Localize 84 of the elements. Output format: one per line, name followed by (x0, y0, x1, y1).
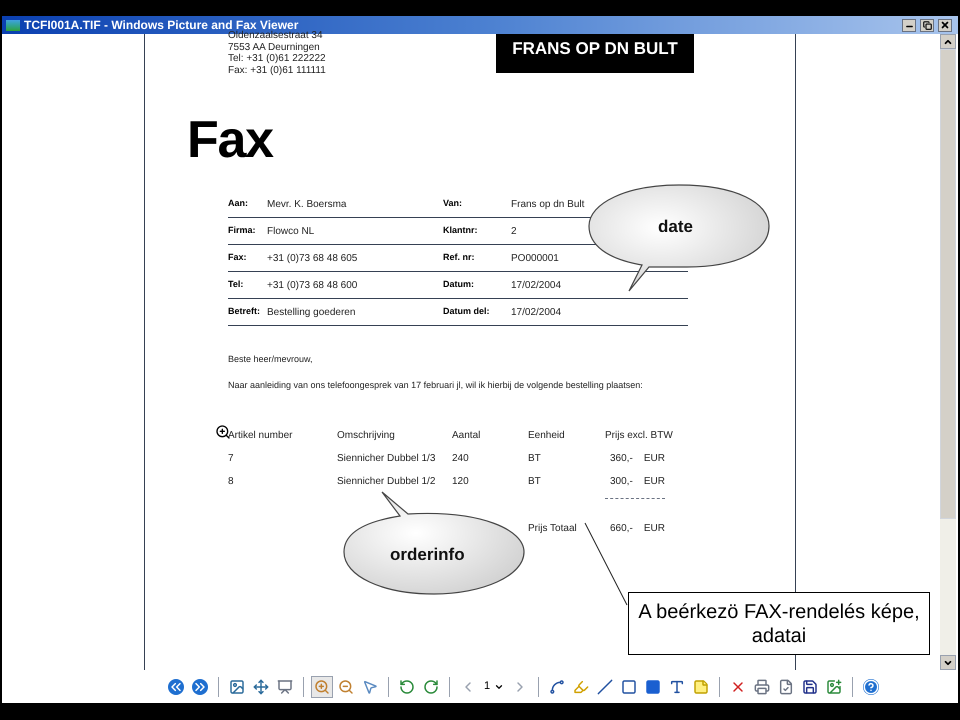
table-cell-text: Siennicher Dubbel 1/3 (337, 452, 436, 466)
table-cell-text: BT (528, 452, 542, 466)
previous-icon (168, 678, 184, 694)
column-header: Artikel number (228, 429, 294, 443)
table-cell-text: 120 (452, 475, 470, 489)
help-icon (863, 678, 880, 694)
rotate-right-icon (423, 678, 439, 694)
letter-icon (669, 678, 686, 694)
table-cell-text: 7 (228, 452, 235, 466)
table-cell-text: EUR (644, 475, 665, 489)
column-header: Eenheid (528, 429, 566, 443)
pointer-icon (362, 678, 378, 694)
greeting-text: Beste heer/mevrouw, (228, 353, 314, 366)
callout-text: orderinfo (390, 544, 465, 566)
field-label: Fax: (228, 251, 248, 264)
scroll-down-button[interactable] (940, 655, 956, 670)
print-icon (754, 678, 770, 694)
body-text: Naar aanleiding van ons telefoongesprek van 17 februari jl, wil ik hierbij de volgende bestelling plaatsen: (228, 378, 644, 392)
company-logo: FRANS OP DN BULT (496, 34, 694, 73)
line-icon (597, 678, 614, 694)
field-value: PO000001 (511, 252, 559, 266)
highlighter-icon (573, 678, 590, 694)
field-value: Flowco NL (267, 224, 316, 238)
field-value: Mevr. K. Boersma (267, 198, 348, 212)
field-value: 17/02/2004 (511, 306, 562, 320)
total-label: Prijs Totaal (528, 522, 578, 536)
table-cell-text: Siennicher Dubbel 1/2 (337, 475, 436, 489)
scroll-thumb[interactable] (940, 49, 956, 519)
zoom-in-icon (314, 678, 330, 694)
rotate-left-icon (399, 678, 415, 694)
note-icon (693, 678, 710, 694)
minimize-button[interactable] (902, 18, 916, 32)
fax-heading: Fax (187, 114, 273, 166)
field-label: Tel: (228, 278, 244, 292)
callout-text: date (658, 216, 693, 238)
address-line: 7553 AA Deurningen (228, 42, 321, 53)
field-label: Ref. nr: (443, 251, 476, 264)
field-label: Firma: (228, 224, 257, 238)
close-button[interactable] (938, 18, 952, 32)
field-label: Van: (443, 197, 464, 210)
field-value: 17/02/2004 (511, 278, 562, 292)
scroll-up-button[interactable] (940, 34, 956, 49)
column-header: Aantal (452, 429, 482, 443)
filled-rectangle-icon (645, 678, 662, 694)
field-label: Datum: (443, 278, 475, 292)
picture-icon (826, 678, 842, 694)
fit-image-icon (229, 678, 245, 694)
table-cell-text: 300,- (610, 475, 633, 489)
field-value: Frans op dn Bult (511, 198, 584, 212)
save-icon (802, 678, 818, 694)
address-line: Fax: +31 (0)61 111111 (228, 64, 327, 76)
restore-button[interactable] (920, 18, 934, 32)
field-label: Datum del: (443, 305, 491, 318)
field-value: 2 (511, 224, 517, 238)
table-cell-text: 360,- (610, 452, 633, 466)
next-icon (192, 678, 208, 694)
field-value: +31 (0)73 68 48 600 (267, 278, 358, 292)
close-icon (940, 20, 950, 30)
field-label: Betreft: (228, 305, 262, 318)
table-cell-text: 8 (228, 475, 235, 489)
zoom-out-icon (338, 678, 354, 694)
rectangle-icon (621, 678, 638, 694)
total-currency: EUR (644, 522, 665, 536)
address-line: Tel: +31 (0)61 222222 (228, 53, 327, 64)
field-value: Bestelling goederen (267, 306, 356, 320)
page-number: 1 (484, 679, 490, 694)
field-label: Aan: (228, 197, 249, 210)
document-icon (778, 678, 794, 694)
column-header: Prijs excl. BTW (605, 429, 674, 443)
scrollbar[interactable] (940, 34, 956, 670)
table-cell-text: BT (528, 475, 542, 489)
caption-text: A beérkezö FAX-rendelés képe, adatai (637, 600, 921, 648)
field-label: Klantnr: (443, 224, 478, 238)
squiggle-icon (549, 678, 566, 694)
slideshow-icon (277, 678, 293, 694)
window-title: TCFI001A.TIF - Windows Picture and Fax Viewer (24, 17, 298, 32)
restore-icon (922, 20, 932, 30)
column-header: Omschrijving (337, 429, 396, 443)
total-amount: 660,- (610, 522, 633, 536)
field-value: +31 (0)73 68 48 605 (267, 252, 358, 266)
app-icon (6, 20, 20, 30)
move-arrows-icon (253, 678, 269, 694)
table-cell-text: EUR (644, 452, 665, 466)
table-cell-text: 240 (452, 452, 470, 466)
